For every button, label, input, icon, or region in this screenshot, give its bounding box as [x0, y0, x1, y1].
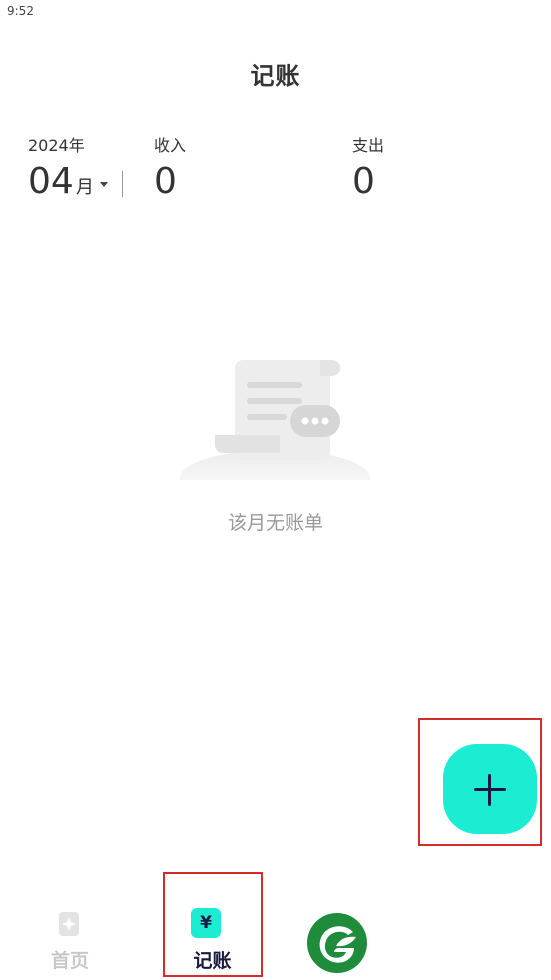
month-suffix: 月: [75, 177, 94, 198]
home-sparkle-icon: [59, 912, 79, 936]
page-title: 记账: [250, 62, 301, 90]
month-selector[interactable]: 04 月: [28, 160, 108, 204]
tab-bookkeeping-label: 记账: [193, 950, 232, 972]
plus-icon-vertical: [488, 774, 491, 806]
brand-leaf-icon: [307, 913, 367, 973]
empty-message: 该月无账单: [227, 512, 323, 534]
chevron-down-icon: [99, 182, 108, 187]
add-record-button[interactable]: [443, 744, 537, 834]
income-value: 0: [154, 161, 177, 202]
month-value: 04: [28, 161, 74, 202]
tab-home-label: 首页: [50, 950, 89, 972]
income-label: 收入: [154, 136, 187, 155]
expense-value: 0: [352, 161, 375, 202]
app-screen: 9:52 记账 2024年 04 月 收入 0 支出 0 该月无账单 首页 ¥ …: [0, 0, 551, 980]
tab-home[interactable]: 首页: [40, 890, 100, 980]
tab-bookkeeping[interactable]: ¥ 记账: [165, 890, 260, 980]
divider: [122, 171, 123, 197]
yen-book-icon: ¥: [191, 908, 223, 940]
bottom-tabbar: 首页 ¥ 记账: [0, 890, 551, 980]
year-label: 2024年: [28, 136, 85, 155]
expense-label: 支出: [352, 136, 385, 155]
tab-brand[interactable]: [302, 890, 374, 980]
empty-receipt-icon: [180, 360, 370, 480]
status-time: 9:52: [7, 4, 34, 18]
